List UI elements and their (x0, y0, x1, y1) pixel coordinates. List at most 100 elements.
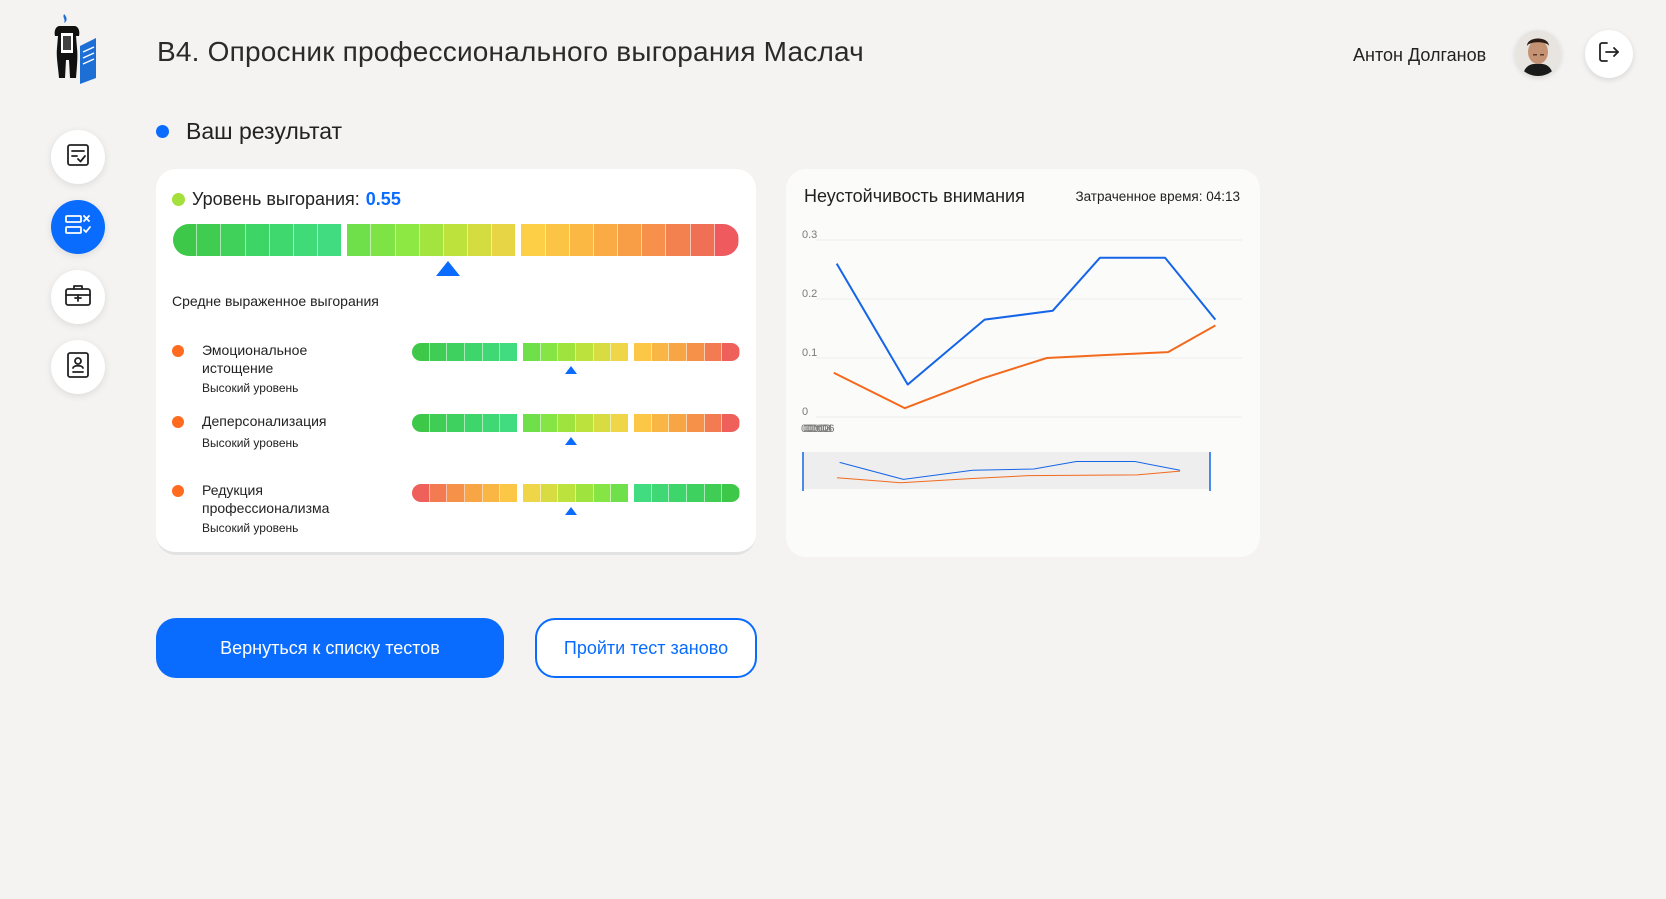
scale-segment (245, 224, 270, 256)
scale-segment (412, 343, 430, 361)
scale-segment (482, 484, 501, 502)
sidebar-item-profile[interactable] (51, 340, 105, 394)
scale-segment (173, 224, 198, 256)
scale-segment (412, 414, 430, 432)
scale-segment (687, 484, 705, 502)
scale-segment (593, 224, 619, 256)
scale-segment (669, 484, 688, 502)
subscale-scale (412, 414, 740, 432)
scale-segment (443, 224, 469, 256)
scale-segment (540, 414, 559, 432)
subscale-level: Высокий уровень (202, 436, 299, 450)
scale-segment (642, 224, 667, 256)
scale-segment (318, 224, 348, 256)
scale-segment (500, 484, 524, 502)
scale-segment (447, 343, 466, 361)
scale-segment (347, 224, 372, 256)
scale-segment (651, 484, 670, 502)
sidebar-item-tests-list[interactable] (51, 130, 105, 184)
burnout-level-marker (435, 261, 460, 276)
scale-segment (447, 414, 466, 432)
scale-segment (569, 224, 594, 256)
scale-segment (197, 224, 222, 256)
scale-segment (593, 343, 612, 361)
burnout-result-card: Уровень выгорания: 0.55 Средне выраженно… (156, 169, 756, 555)
scale-segment (576, 343, 594, 361)
scale-segment (651, 343, 670, 361)
scale-segment (521, 224, 546, 256)
sidebar-item-test-results[interactable] (51, 200, 105, 254)
scale-segment (293, 224, 319, 256)
scale-segment (634, 343, 652, 361)
scale-segment (500, 414, 524, 432)
y-tick-label: 0.1 (802, 347, 817, 359)
scale-segment (221, 224, 246, 256)
avatar[interactable] (1515, 30, 1561, 76)
navigator-area (803, 452, 1210, 489)
burnout-level-label: Уровень выгорания: (192, 189, 360, 209)
logout-icon (1597, 40, 1621, 69)
page-title: B4. Опросник профессионального выгорания… (157, 36, 864, 67)
heading-dot (156, 125, 169, 138)
scale-segment (611, 484, 635, 502)
scale-segment (593, 414, 612, 432)
scale-segment (523, 414, 541, 432)
sidebar-item-first-aid[interactable] (51, 270, 105, 324)
subscale-name: Деперсонализация (202, 413, 327, 429)
scale-segment (269, 224, 294, 256)
scale-segment (576, 484, 594, 502)
scale-segment (447, 484, 466, 502)
burnout-level-description: Средне выраженное выгорания (172, 293, 379, 309)
sidebar-nav (51, 130, 105, 410)
scale-segment (687, 343, 705, 361)
scale-segment (465, 343, 483, 361)
scale-segment (429, 414, 448, 432)
scale-segment (395, 224, 420, 256)
scale-segment (611, 414, 635, 432)
scale-segment (634, 414, 652, 432)
scale-segment (500, 343, 524, 361)
scale-segment (576, 414, 594, 432)
scale-segment (558, 414, 577, 432)
scale-segment (704, 484, 723, 502)
subscale-dot (172, 345, 184, 357)
results-icon (64, 212, 92, 243)
scale-segment (651, 414, 670, 432)
subscale-level: Высокий уровень (202, 521, 299, 535)
scale-segment (523, 343, 541, 361)
scale-segment (634, 484, 652, 502)
subscale-scale (412, 343, 740, 361)
scale-segment (468, 224, 493, 256)
subscale-marker (565, 366, 578, 374)
retake-test-button[interactable]: Пройти тест заново (535, 618, 757, 678)
attention-chart-card: Неустойчивость внимания Затраченное врем… (786, 169, 1260, 557)
back-to-tests-button[interactable]: Вернуться к списку тестов (156, 618, 504, 678)
checklist-icon (65, 142, 91, 173)
scale-segment (429, 484, 448, 502)
y-tick-label: 0.2 (802, 288, 817, 300)
scale-segment (540, 484, 559, 502)
burnout-level-title: Уровень выгорания: 0.55 (172, 189, 401, 210)
scale-segment (412, 484, 430, 502)
logout-button[interactable] (1585, 30, 1633, 78)
scale-segment (722, 414, 740, 432)
scale-segment (558, 343, 577, 361)
medkit-icon (64, 282, 92, 313)
app-logo (50, 10, 102, 86)
scale-segment (722, 484, 740, 502)
scale-segment (704, 414, 723, 432)
subscale-name: Редукция профессионализма (202, 482, 330, 516)
scale-segment (690, 224, 715, 256)
scale-segment (611, 343, 635, 361)
level-dot (172, 193, 185, 206)
scale-segment (419, 224, 444, 256)
y-tick-label: 0 (802, 406, 808, 418)
subscale-dot (172, 485, 184, 497)
x-tick-label: 00:06 (807, 423, 835, 435)
scale-segment (704, 343, 723, 361)
burnout-level-scale (173, 224, 739, 256)
subscale-scale (412, 484, 740, 502)
scale-segment (545, 224, 570, 256)
scale-segment (666, 224, 691, 256)
scale-segment (492, 224, 522, 256)
